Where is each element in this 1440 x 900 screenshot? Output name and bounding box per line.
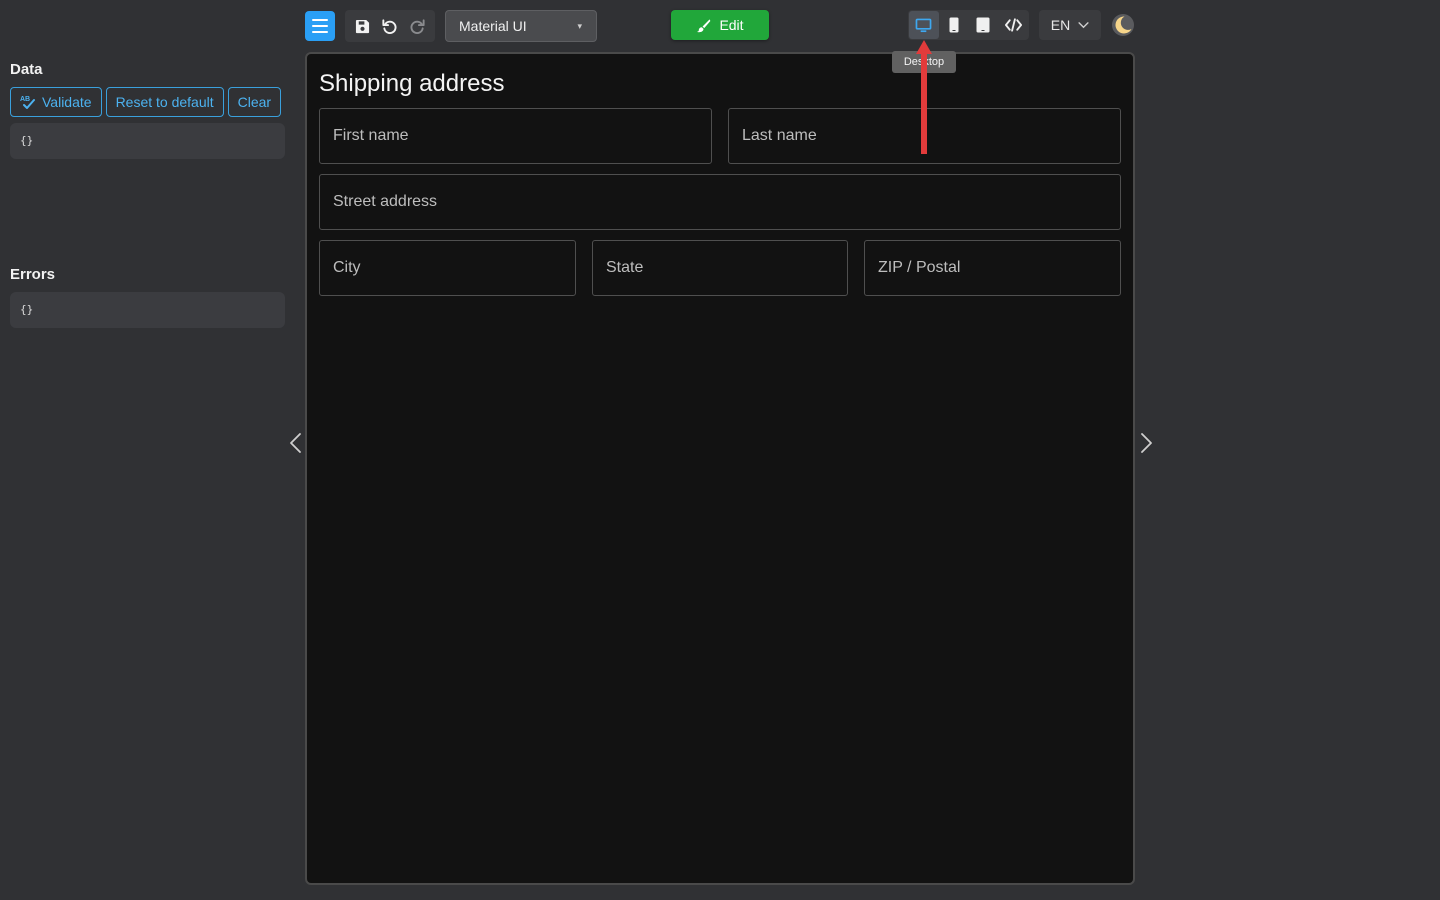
desktop-view-button[interactable]	[909, 11, 939, 39]
caret-down-icon: ▾	[577, 20, 582, 31]
errors-section-title: Errors	[10, 266, 56, 283]
spellcheck-icon: AB	[20, 96, 35, 109]
theme-select-value: Material UI	[459, 18, 527, 34]
last-name-label: Last name	[742, 127, 817, 144]
data-actions: AB Validate Reset to default Clear	[10, 87, 282, 117]
hamburger-menu-icon	[312, 19, 328, 33]
first-name-label: First name	[333, 127, 409, 144]
menu-button[interactable]	[305, 11, 335, 41]
zip-postal-field[interactable]: ZIP / Postal	[864, 240, 1121, 296]
clear-button-label: Clear	[237, 94, 272, 110]
edit-button[interactable]: Edit	[671, 10, 769, 40]
collapse-left-arrow-icon[interactable]	[288, 432, 304, 454]
data-json-viewer[interactable]: {}	[10, 123, 285, 159]
dark-mode-toggle[interactable]	[1110, 12, 1136, 38]
brush-icon	[697, 18, 711, 32]
validate-button[interactable]: AB Validate	[10, 87, 102, 117]
validate-button-label: Validate	[42, 94, 92, 110]
undo-icon	[382, 18, 397, 34]
edit-button-label: Edit	[719, 17, 744, 33]
zip-postal-label: ZIP / Postal	[878, 259, 961, 276]
moon-icon	[1112, 14, 1134, 36]
clear-button[interactable]: Clear	[227, 87, 282, 117]
chevron-down-icon	[1078, 21, 1089, 28]
red-pointer-arrow-icon	[916, 40, 932, 154]
collapse-right-arrow-icon[interactable]	[1138, 432, 1154, 454]
redo-icon	[410, 18, 425, 34]
svg-text:AB: AB	[20, 96, 30, 103]
save-icon	[356, 19, 370, 33]
save-button[interactable]	[351, 14, 375, 38]
desktop-icon	[916, 18, 932, 32]
history-toolbar	[345, 10, 435, 42]
undo-button[interactable]	[378, 14, 402, 38]
errors-json-viewer[interactable]: {}	[10, 292, 285, 328]
form-preview: Shipping address First name Last name St…	[305, 52, 1135, 885]
theme-select[interactable]: Material UI ▾	[445, 10, 597, 42]
mobile-icon	[949, 17, 959, 33]
state-field[interactable]: State	[592, 240, 848, 296]
city-label: City	[333, 259, 361, 276]
code-view-button[interactable]	[998, 11, 1028, 39]
redo-button[interactable]	[405, 14, 429, 38]
form-title: Shipping address	[319, 70, 505, 97]
device-toolbar	[908, 10, 1029, 40]
mobile-view-button[interactable]	[939, 11, 969, 39]
first-name-field[interactable]: First name	[319, 108, 712, 164]
data-json-text: {}	[20, 134, 34, 147]
code-icon	[1004, 18, 1022, 32]
reset-to-default-button[interactable]: Reset to default	[105, 87, 224, 117]
state-label: State	[606, 259, 644, 276]
city-field[interactable]: City	[319, 240, 576, 296]
language-select[interactable]: EN	[1039, 10, 1101, 40]
tablet-view-button[interactable]	[969, 11, 999, 39]
reset-button-label: Reset to default	[115, 94, 214, 110]
tablet-icon	[976, 17, 990, 33]
street-address-field[interactable]: Street address	[319, 174, 1121, 230]
data-section-title: Data	[10, 61, 43, 78]
language-select-value: EN	[1050, 17, 1071, 33]
street-address-label: Street address	[333, 193, 438, 210]
errors-json-text: {}	[20, 303, 34, 316]
